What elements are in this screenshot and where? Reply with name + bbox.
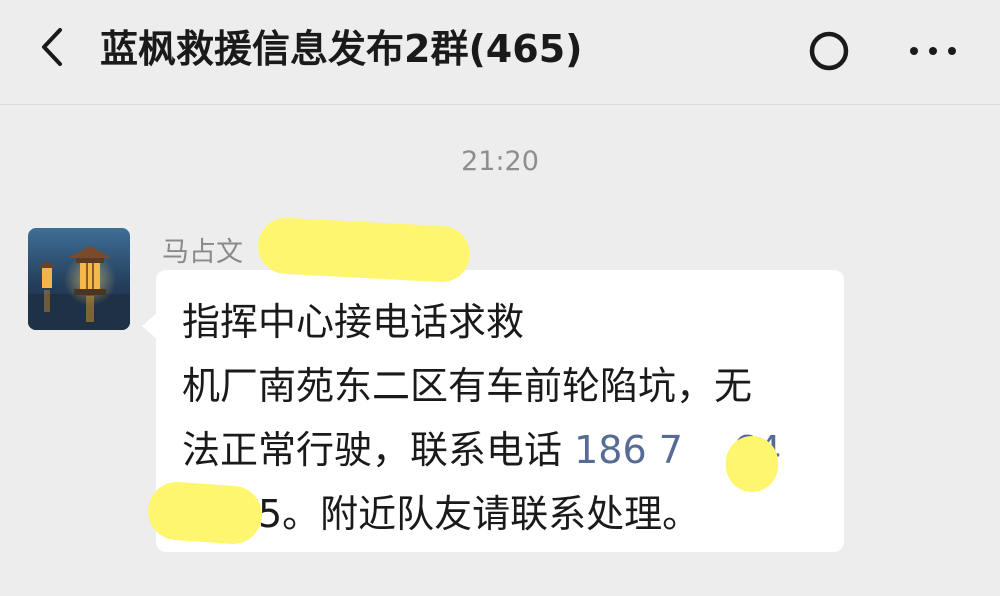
more-options-button[interactable]	[898, 22, 968, 80]
avatar-image	[28, 228, 130, 330]
message-line-3: 法正常行驶，联系电话	[182, 428, 575, 472]
message-text: 指挥中心接电话求救机厂南苑东二区有车前轮陷坑，无 法正常行驶，联系电话 186 7…	[182, 290, 832, 546]
message-line-4: 5。附近队友请联系处理。	[258, 492, 701, 536]
chat-title: 蓝枫救援信息发布2群(465)	[100, 27, 583, 71]
message-line-2: 机厂南苑东二区有车前轮陷坑，无	[182, 364, 753, 408]
chat-message: 马占文 0007088 指挥中心接电话求救机厂南苑东二区有车前轮陷坑，无法正常行…	[0, 220, 1000, 580]
circle-refresh-icon	[809, 31, 849, 71]
chevron-left-icon	[42, 28, 62, 66]
more-dots-icon	[910, 47, 956, 55]
phone-number-part-1: 186 7	[574, 428, 683, 472]
sender-name: 马占文	[162, 237, 243, 268]
back-button[interactable]	[30, 22, 80, 72]
message-line-1: 指挥中心接电话求救	[182, 300, 525, 344]
redaction-mark-phone-2	[146, 480, 264, 546]
refresh-button[interactable]	[800, 22, 858, 80]
sender-avatar[interactable]	[28, 228, 130, 330]
chat-header: 蓝枫救援信息发布2群(465)	[0, 0, 1000, 105]
redaction-mark-phone-1	[726, 436, 778, 492]
message-timestamp: 21:20	[461, 146, 539, 177]
redaction-mark-name	[256, 216, 472, 284]
